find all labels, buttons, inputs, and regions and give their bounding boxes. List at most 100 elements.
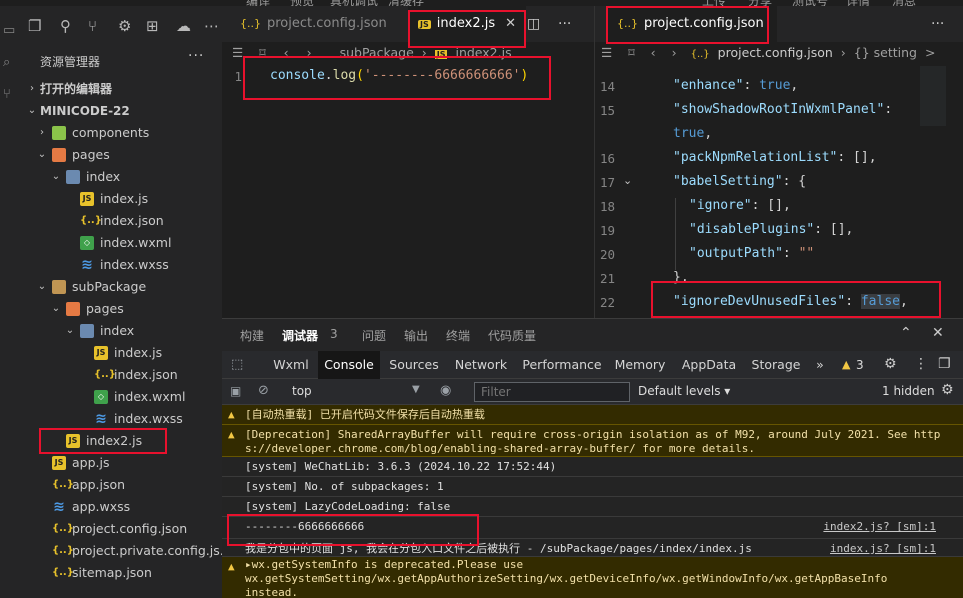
tree-item[interactable]: {..} index.json: [20, 210, 222, 232]
breadcrumb-item[interactable]: subPackage: [340, 45, 414, 60]
settings-icon[interactable]: ⚙: [884, 356, 897, 372]
tab-wxml[interactable]: Wxml: [266, 351, 316, 379]
tab-network[interactable]: Network: [452, 351, 510, 379]
tab-project-config-json[interactable]: {..} project.config.json: [234, 6, 404, 42]
tab-performance[interactable]: Performance: [522, 351, 602, 379]
log-levels-select[interactable]: Default levels ▾: [638, 384, 730, 398]
tree-item[interactable]: ⌄ subPackage: [20, 276, 222, 298]
console-message[interactable]: ▲ [自动热重载] 已开启代码文件保存后自动热重载: [222, 405, 963, 425]
list-icon[interactable]: ☰: [601, 45, 612, 60]
code-line[interactable]: "disablePlugins": [],: [689, 222, 853, 237]
tree-item[interactable]: JS app.js: [20, 452, 222, 474]
forward-icon[interactable]: ›: [307, 45, 312, 60]
editor-more-button[interactable]: ···: [931, 16, 944, 32]
tab-problems[interactable]: 问题: [362, 327, 386, 344]
more-tabs-button[interactable]: »: [812, 351, 828, 379]
warning-icon[interactable]: ▲: [842, 358, 850, 371]
breadcrumb-item[interactable]: project.config.json: [718, 45, 833, 60]
chevron-down-icon[interactable]: ▼: [412, 384, 420, 395]
fold-chevron-icon[interactable]: ⌄: [623, 174, 632, 187]
tree-item[interactable]: {..} app.json: [20, 474, 222, 496]
tree-item[interactable]: ⌄ index: [20, 320, 222, 342]
console-message[interactable]: --------6666666666 index2.js? [sm]:1: [222, 517, 963, 539]
more-options-icon[interactable]: ⋮: [914, 356, 928, 372]
tree-item[interactable]: JS index.js: [20, 188, 222, 210]
tree-item[interactable]: ≋ index.wxss: [20, 254, 222, 276]
tab-sources[interactable]: Sources: [386, 351, 442, 379]
tree-item[interactable]: {..} project.private.config.js...: [20, 540, 232, 562]
search-icon[interactable]: ⌕: [3, 56, 17, 70]
source-link[interactable]: index2.js? [sm]:1: [823, 520, 936, 533]
open-editors-section[interactable]: › 打开的编辑器: [20, 78, 222, 100]
console-settings-icon[interactable]: ⚙: [941, 382, 954, 398]
git-icon[interactable]: ⑂: [3, 88, 17, 102]
console-message[interactable]: [system] WeChatLib: 3.6.3 (2024.10.22 17…: [222, 457, 963, 477]
tree-item[interactable]: {..} project.config.json: [20, 518, 222, 540]
code-line[interactable]: "enhance": true,: [673, 78, 798, 93]
clear-console-icon[interactable]: ⊘: [258, 383, 269, 398]
explorer-icon[interactable]: ❐: [28, 18, 41, 34]
list-icon[interactable]: ☰: [232, 45, 243, 60]
console-message[interactable]: ▲ ▸wx.getSystemInfo is deprecated.Please …: [222, 557, 963, 598]
breadcrumb-item[interactable]: {} setting: [854, 45, 917, 60]
warning-count[interactable]: 3: [856, 358, 864, 372]
tab-index2-js[interactable]: JS index2.js ✕: [408, 6, 526, 42]
files-icon[interactable]: ▭: [3, 24, 17, 38]
tree-item[interactable]: ⌄ index: [20, 166, 222, 188]
tree-item[interactable]: ≋ index.wxss: [20, 408, 222, 430]
tree-item[interactable]: JS index2.js: [20, 430, 222, 452]
tab-output[interactable]: 输出: [404, 327, 428, 344]
tree-item[interactable]: ≋ app.wxss: [20, 496, 222, 518]
tree-item[interactable]: › components: [20, 122, 222, 144]
filter-input[interactable]: [474, 382, 630, 402]
tab-memory[interactable]: Memory: [614, 351, 666, 379]
code-line[interactable]: true,: [673, 126, 712, 141]
code-line[interactable]: "ignore": [],: [689, 198, 791, 213]
tree-item[interactable]: ⌄ pages: [20, 298, 222, 320]
console-message[interactable]: ▲ [Deprecation] SharedArrayBuffer will re…: [222, 425, 963, 457]
search-icon[interactable]: ⚲: [60, 18, 71, 34]
tree-item[interactable]: ⌄ pages: [20, 144, 222, 166]
tree-item[interactable]: ◇ index.wxml: [20, 386, 222, 408]
tree-item[interactable]: {..} sitemap.json: [20, 562, 222, 584]
more-tools-icon[interactable]: ⋯: [204, 18, 219, 34]
code-line[interactable]: "ignoreDevUnusedFiles": false,: [673, 294, 908, 309]
tab-build[interactable]: 构建: [240, 327, 264, 344]
editor-more-button[interactable]: ···: [558, 16, 571, 32]
cloud-icon[interactable]: ☁: [176, 18, 191, 34]
console-message[interactable]: [system] LazyCodeLoading: false: [222, 497, 963, 517]
close-panel-icon[interactable]: ✕: [932, 325, 944, 341]
minimap[interactable]: [920, 66, 946, 126]
debug-icon[interactable]: ⚙: [118, 18, 131, 34]
code-line[interactable]: "showShadowRootInWxmlPanel":: [673, 102, 892, 117]
source-control-icon[interactable]: ⑂: [88, 18, 97, 34]
tab-code-quality[interactable]: 代码质量: [488, 327, 536, 344]
breadcrumb-item[interactable]: index2.js: [455, 45, 511, 60]
console-message[interactable]: [system] No. of subpackages: 1: [222, 477, 963, 497]
code-line[interactable]: "packNpmRelationList": [],: [673, 150, 877, 165]
tab-storage[interactable]: Storage: [750, 351, 802, 379]
back-icon[interactable]: ‹: [284, 45, 289, 60]
sidebar-toggle-icon[interactable]: ▣: [230, 384, 241, 398]
tree-item[interactable]: {..} index.json: [20, 364, 222, 386]
dock-icon[interactable]: ❐: [938, 356, 951, 372]
code-line[interactable]: },: [673, 270, 689, 285]
split-editor-icon[interactable]: ◫: [527, 16, 540, 32]
extensions-icon[interactable]: ⊞: [146, 18, 159, 34]
bookmark-icon[interactable]: ⌑: [259, 45, 265, 60]
project-section[interactable]: ⌄ MINICODE-22: [20, 100, 222, 122]
code-line[interactable]: "outputPath": "": [689, 246, 814, 261]
tab-console[interactable]: Console: [318, 351, 380, 379]
code-line[interactable]: "babelSetting": {: [673, 174, 806, 189]
console-message[interactable]: 我是分包中的页面 js, 我会在分包入口文件之后被执行 - /subPackag…: [222, 539, 963, 557]
explorer-more-button[interactable]: ···: [188, 48, 204, 64]
code-line-1[interactable]: console.log('--------6666666666'): [270, 68, 528, 83]
forward-icon[interactable]: ›: [672, 45, 677, 60]
source-link[interactable]: index.js? [sm]:1: [830, 542, 936, 555]
inspect-element-icon[interactable]: ⬚: [231, 357, 243, 372]
tab-terminal[interactable]: 终端: [446, 327, 470, 344]
context-select[interactable]: top: [292, 384, 312, 398]
tab-debugger[interactable]: 调试器: [282, 327, 318, 344]
tree-item[interactable]: ◇ index.wxml: [20, 232, 222, 254]
tree-item[interactable]: JS index.js: [20, 342, 222, 364]
